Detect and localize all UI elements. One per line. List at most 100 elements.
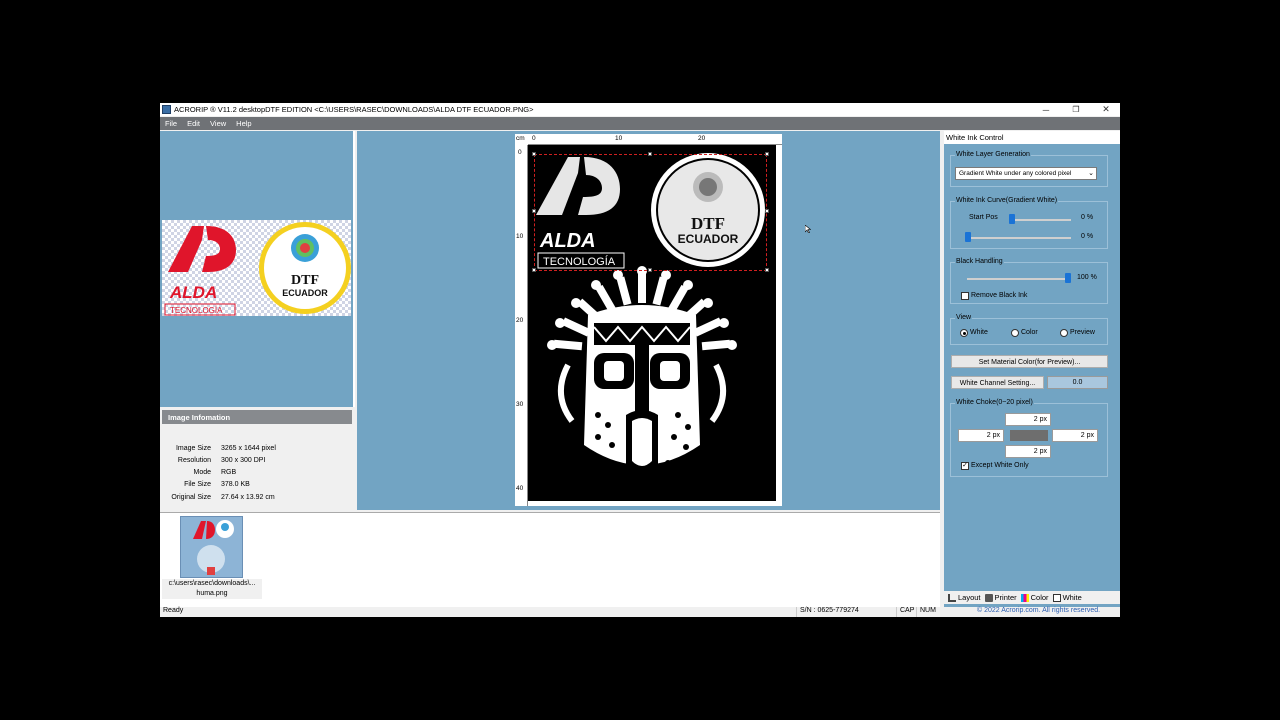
- view-white-label: White: [970, 329, 988, 336]
- main-window: ACRORIP ® V11.2 desktopDTF EDITION <C:\U…: [160, 103, 1120, 617]
- minimize-button[interactable]: ─: [1031, 103, 1061, 116]
- view-preview-radio[interactable]: [1060, 329, 1068, 337]
- thumbnail-caption: c:\users\rasec\downloads\... huma.png: [162, 579, 262, 599]
- info-value: RGB: [221, 469, 237, 476]
- tab-printer[interactable]: Printer: [984, 593, 1017, 602]
- group-label: White Ink Curve(Gradient White): [955, 197, 1059, 204]
- ruler-tick: 10: [516, 233, 524, 240]
- tab-white[interactable]: White: [1052, 593, 1082, 602]
- menu-view[interactable]: View: [205, 119, 231, 128]
- choke-bottom-input[interactable]: 2 px: [1005, 445, 1051, 458]
- caps-lock-indicator: CAP: [896, 607, 914, 617]
- resize-handle[interactable]: [532, 152, 536, 156]
- black-handling-group: Black Handling 100 % Remove Black Ink: [950, 258, 1108, 304]
- image-info-panel: Image Infomation Image Size 3265 x 1644 …: [160, 407, 355, 513]
- tab-color[interactable]: Color: [1020, 593, 1049, 602]
- info-row-mode: Mode RGB: [160, 469, 355, 481]
- curve-slider-thumb[interactable]: [965, 232, 971, 242]
- choke-left-input[interactable]: 2 px: [958, 429, 1004, 442]
- tab-layout[interactable]: Layout: [948, 593, 981, 602]
- curve-slider[interactable]: [967, 237, 1071, 239]
- remove-black-checkbox[interactable]: [961, 292, 969, 300]
- info-label: Mode: [193, 469, 211, 476]
- info-label: Resolution: [177, 457, 211, 464]
- ruler-tick: 30: [516, 401, 524, 408]
- ruler-tick: 10: [615, 135, 623, 142]
- chevron-down-icon: ⌄: [1088, 170, 1094, 177]
- white-icon: [1052, 593, 1061, 602]
- curve-value: 0 %: [1081, 233, 1094, 240]
- maximize-button[interactable]: ❐: [1061, 103, 1091, 116]
- preview-logo-sub: TECNOLOGÍA: [170, 306, 223, 315]
- select-value: Gradient White under any colored pixel: [959, 170, 1072, 177]
- group-label: Black Handling: [955, 258, 1004, 265]
- start-pos-value: 0 %: [1081, 214, 1094, 221]
- white-channel-setting-button[interactable]: White Channel Setting...: [951, 376, 1044, 389]
- menu-bar: File Edit View Help: [160, 117, 1120, 130]
- ruler-left: 0 10 20 30 40: [515, 145, 528, 506]
- color-icon: [1020, 593, 1029, 602]
- except-white-label: Except White Only: [971, 462, 1029, 469]
- info-value: 300 x 300 DPI: [221, 457, 266, 464]
- start-pos-slider-thumb[interactable]: [1009, 214, 1015, 224]
- status-text: Ready: [163, 607, 184, 614]
- info-row-original-size: Original Size 27.64 x 13.92 cm: [160, 494, 355, 506]
- ruler-top: 0 10 20: [528, 134, 782, 145]
- tab-label: Color: [1030, 593, 1049, 602]
- num-lock-indicator: NUM: [916, 607, 936, 617]
- layout-icon: [948, 593, 956, 602]
- black-handling-slider-thumb[interactable]: [1065, 273, 1071, 283]
- print-page[interactable]: 0 10 20 0 10 20 30 40 cm ALDA TECNOLOGÍA…: [515, 134, 782, 506]
- info-value: 378.0 KB: [221, 481, 250, 488]
- ruler-tick: 40: [516, 485, 524, 492]
- layout-work-area[interactable]: 0 10 20 0 10 20 30 40 cm ALDA TECNOLOGÍA…: [357, 131, 940, 510]
- group-label: View: [955, 314, 973, 321]
- preview-seal-line2: ECUADOR: [282, 288, 328, 298]
- artwork-canvas[interactable]: ALDA TECNOLOGÍA DTF ECUADOR: [528, 145, 776, 501]
- mouse-cursor-icon: [805, 225, 811, 233]
- checkmark-icon: ✓: [962, 462, 968, 469]
- menu-edit[interactable]: Edit: [182, 119, 205, 128]
- copyright-link[interactable]: © 2022 Acrorip.com. All rights reserved.: [974, 607, 1100, 617]
- resize-handle[interactable]: [532, 209, 536, 213]
- view-white-radio[interactable]: [960, 329, 968, 337]
- info-row-image-size: Image Size 3265 x 1644 pixel: [160, 445, 355, 457]
- window-title: ACRORIP ® V11.2 desktopDTF EDITION <C:\U…: [174, 105, 534, 114]
- choke-right-input[interactable]: 2 px: [1052, 429, 1098, 442]
- resize-handle[interactable]: [765, 152, 769, 156]
- resize-handle[interactable]: [765, 268, 769, 272]
- group-label: White Choke(0~20 pixel): [955, 399, 1034, 406]
- queued-image-thumbnail[interactable]: [180, 516, 243, 578]
- resize-handle[interactable]: [532, 268, 536, 272]
- choke-preview-swatch: [1010, 430, 1048, 441]
- white-channel-value: 0.0: [1047, 376, 1108, 389]
- tab-label: Printer: [994, 593, 1017, 602]
- thumbnail-filename: huma.png: [196, 590, 228, 597]
- except-white-checkbox[interactable]: ✓: [961, 462, 969, 470]
- resize-handle[interactable]: [648, 268, 652, 272]
- status-bar: Ready S/N : 0625-779274 CAP NUM © 2022 A…: [160, 607, 1120, 617]
- white-layer-select[interactable]: Gradient White under any colored pixel ⌄: [955, 167, 1097, 180]
- start-pos-slider[interactable]: [1011, 219, 1071, 221]
- selection-box[interactable]: [534, 154, 767, 271]
- menu-file[interactable]: File: [160, 119, 182, 128]
- resize-handle[interactable]: [648, 152, 652, 156]
- close-button[interactable]: ✕: [1091, 103, 1120, 116]
- thumbnail-path: c:\users\rasec\downloads\...: [168, 580, 256, 587]
- resize-handle[interactable]: [765, 209, 769, 213]
- title-bar: ACRORIP ® V11.2 desktopDTF EDITION <C:\U…: [160, 103, 1120, 116]
- ruler-tick: 0: [532, 135, 536, 142]
- black-handling-slider[interactable]: [967, 278, 1071, 280]
- image-preview[interactable]: ALDA TECNOLOGÍA DTF ECUADOR: [162, 220, 351, 316]
- preview-logo-name: ALDA: [169, 283, 217, 302]
- info-label: Image Size: [175, 445, 211, 452]
- ruler-unit: cm: [516, 135, 525, 142]
- view-color-radio[interactable]: [1011, 329, 1019, 337]
- info-label: Original Size: [171, 494, 211, 501]
- set-material-color-button[interactable]: Set Material Color(for Preview)...: [951, 355, 1108, 368]
- choke-top-input[interactable]: 2 px: [1005, 413, 1051, 426]
- panel-title: White Ink Control: [944, 131, 1120, 144]
- menu-help[interactable]: Help: [231, 119, 256, 128]
- white-ink-curve-group: White Ink Curve(Gradient White) Start Po…: [950, 197, 1108, 249]
- thumbnail-artwork: [193, 520, 234, 575]
